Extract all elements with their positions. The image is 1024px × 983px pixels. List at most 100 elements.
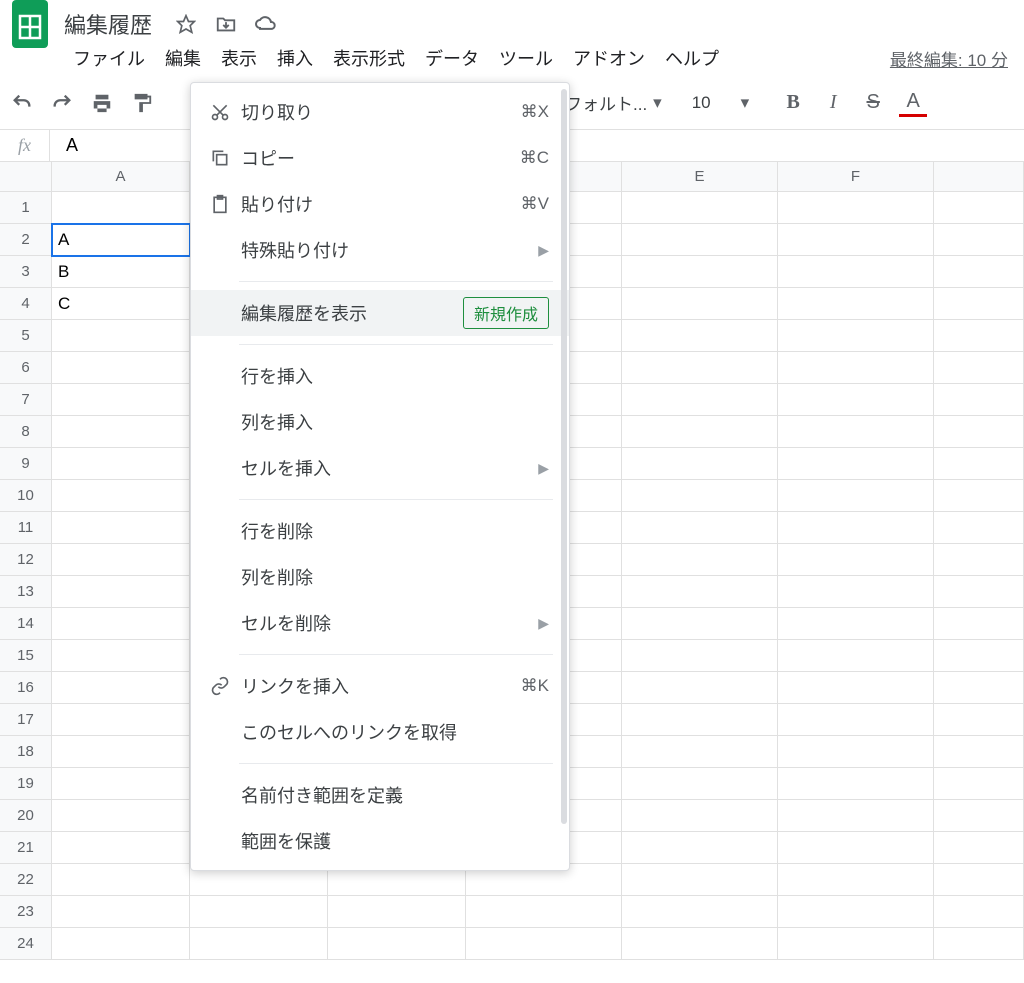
cell[interactable] (934, 576, 1024, 608)
cell[interactable] (622, 576, 778, 608)
cell[interactable] (622, 736, 778, 768)
strikethrough-button[interactable]: S (859, 89, 887, 117)
cell[interactable] (778, 192, 934, 224)
cell[interactable] (778, 544, 934, 576)
cell[interactable] (622, 480, 778, 512)
cell[interactable] (622, 544, 778, 576)
cell[interactable] (778, 384, 934, 416)
menu-insert[interactable]: 挿入 (268, 41, 322, 75)
menu-get-cell-link[interactable]: このセルへのリンクを取得 (191, 709, 569, 755)
cell[interactable] (52, 192, 190, 224)
row-header[interactable]: 14 (0, 608, 52, 640)
cell[interactable] (934, 480, 1024, 512)
row-header[interactable]: 20 (0, 800, 52, 832)
cell[interactable] (622, 192, 778, 224)
row-header[interactable]: 9 (0, 448, 52, 480)
cell[interactable] (622, 288, 778, 320)
cell[interactable] (52, 512, 190, 544)
cell[interactable] (52, 832, 190, 864)
menu-delete-row[interactable]: 行を削除 (191, 508, 569, 554)
cell[interactable] (190, 896, 328, 928)
cell[interactable] (934, 320, 1024, 352)
cell[interactable] (622, 320, 778, 352)
sheets-logo-icon[interactable] (8, 0, 52, 52)
row-header[interactable]: 8 (0, 416, 52, 448)
text-color-button[interactable]: A (899, 89, 927, 117)
cell[interactable] (934, 928, 1024, 960)
cell[interactable] (778, 320, 934, 352)
cell[interactable] (934, 416, 1024, 448)
cell[interactable] (778, 448, 934, 480)
cell[interactable]: B (52, 256, 190, 288)
cell[interactable] (328, 896, 466, 928)
document-title[interactable]: 編集履歴 (64, 8, 152, 40)
cell[interactable] (934, 672, 1024, 704)
menu-scrollbar[interactable] (561, 89, 567, 824)
cell[interactable] (934, 640, 1024, 672)
cell[interactable] (52, 352, 190, 384)
cell[interactable] (778, 288, 934, 320)
cell[interactable] (622, 640, 778, 672)
cell[interactable] (52, 384, 190, 416)
row-header[interactable]: 1 (0, 192, 52, 224)
star-icon[interactable] (174, 12, 198, 36)
print-button[interactable] (88, 89, 116, 117)
cell[interactable] (52, 896, 190, 928)
row-header[interactable]: 5 (0, 320, 52, 352)
menu-tools[interactable]: ツール (490, 41, 562, 75)
column-header[interactable]: E (622, 162, 778, 192)
menu-addons[interactable]: アドオン (564, 41, 654, 75)
column-header[interactable] (934, 162, 1024, 192)
cell[interactable] (52, 736, 190, 768)
cell[interactable] (52, 544, 190, 576)
cell[interactable] (622, 672, 778, 704)
cell[interactable] (52, 640, 190, 672)
formula-input[interactable]: A (50, 135, 94, 156)
cell[interactable]: A (52, 224, 190, 256)
redo-button[interactable] (48, 89, 76, 117)
row-header[interactable]: 10 (0, 480, 52, 512)
cell[interactable] (778, 576, 934, 608)
cell[interactable] (934, 224, 1024, 256)
row-header[interactable]: 19 (0, 768, 52, 800)
cell[interactable] (934, 896, 1024, 928)
row-header[interactable]: 7 (0, 384, 52, 416)
cell[interactable] (934, 192, 1024, 224)
menu-paste[interactable]: 貼り付け ⌘V (191, 181, 569, 227)
cell[interactable] (934, 256, 1024, 288)
menu-cut[interactable]: 切り取り ⌘X (191, 89, 569, 135)
menu-edit[interactable]: 編集 (156, 41, 210, 75)
cell[interactable] (622, 800, 778, 832)
cell[interactable] (622, 704, 778, 736)
cell[interactable] (934, 736, 1024, 768)
cell[interactable] (622, 832, 778, 864)
cell[interactable] (190, 928, 328, 960)
cell[interactable] (622, 256, 778, 288)
cell[interactable] (778, 864, 934, 896)
cell[interactable] (934, 704, 1024, 736)
cell[interactable] (622, 608, 778, 640)
cell[interactable] (934, 384, 1024, 416)
row-header[interactable]: 24 (0, 928, 52, 960)
cell[interactable] (622, 224, 778, 256)
move-folder-icon[interactable] (214, 12, 238, 36)
cell[interactable] (934, 800, 1024, 832)
cell[interactable] (778, 416, 934, 448)
select-all-corner[interactable] (0, 162, 52, 192)
cell[interactable] (778, 224, 934, 256)
row-header[interactable]: 6 (0, 352, 52, 384)
cell[interactable] (52, 768, 190, 800)
cell[interactable] (778, 768, 934, 800)
cell[interactable] (622, 448, 778, 480)
cell[interactable] (778, 480, 934, 512)
cell[interactable] (622, 384, 778, 416)
cell[interactable] (52, 928, 190, 960)
cell[interactable] (466, 896, 622, 928)
cell[interactable] (52, 480, 190, 512)
menu-copy[interactable]: コピー ⌘C (191, 135, 569, 181)
cell[interactable] (778, 608, 934, 640)
cell[interactable] (622, 352, 778, 384)
cell[interactable] (622, 416, 778, 448)
cell[interactable]: C (52, 288, 190, 320)
cell[interactable] (778, 832, 934, 864)
